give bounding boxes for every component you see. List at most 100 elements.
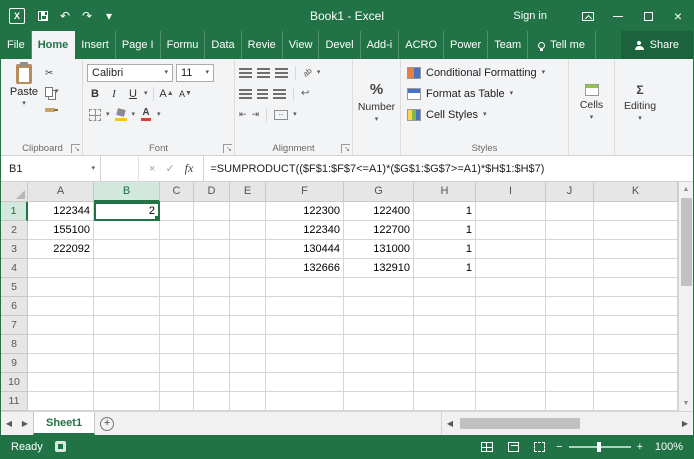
cell-G8[interactable] [344,335,414,354]
tab-data[interactable]: Data [205,31,242,59]
cell-K10[interactable] [594,373,678,392]
cell-A5[interactable] [28,278,94,297]
cell-J5[interactable] [546,278,594,297]
page-break-view-button[interactable] [530,440,548,454]
vertical-scrollbar[interactable]: ▲ ▼ [678,182,693,411]
cell-F7[interactable] [266,316,344,335]
cell-C1[interactable] [160,202,194,221]
cell-D7[interactable] [194,316,230,335]
cell-H10[interactable] [414,373,476,392]
cell-B4[interactable] [94,259,160,278]
cell-K3[interactable] [594,240,678,259]
cell-E8[interactable] [230,335,266,354]
hscroll-right-icon[interactable]: ▶ [677,419,693,428]
normal-view-button[interactable] [478,440,496,454]
column-header-C[interactable]: C [160,182,194,202]
hscroll-thumb[interactable] [460,418,580,429]
alignment-dialog-launcher[interactable]: ↘ [341,144,350,153]
cell-J9[interactable] [546,354,594,373]
cell-I10[interactable] [476,373,546,392]
cell-I5[interactable] [476,278,546,297]
column-header-H[interactable]: H [414,182,476,202]
cell-I4[interactable] [476,259,546,278]
tab-home[interactable]: Home [31,31,76,59]
borders-button[interactable] [87,107,103,123]
cell-H4[interactable]: 1 [414,259,476,278]
bold-button[interactable]: B [87,86,103,102]
fill-color-button[interactable] [113,107,129,123]
row-header-10[interactable]: 10 [1,373,28,392]
font-color-button[interactable]: A [138,107,154,123]
font-dialog-launcher[interactable]: ↘ [223,144,232,153]
tab-acro[interactable]: ACRO [399,31,445,59]
zoom-level[interactable]: 100% [651,441,683,453]
tab-add-i[interactable]: Add-i [361,31,400,59]
close-button[interactable]: × [663,1,693,31]
cell-K7[interactable] [594,316,678,335]
tab-view[interactable]: View [283,31,320,59]
tell-me-button[interactable]: Tell me [528,31,596,59]
cell-B8[interactable] [94,335,160,354]
cell-E6[interactable] [230,297,266,316]
cell-G4[interactable]: 132910 [344,259,414,278]
borders-dropdown-icon[interactable]: ▾ [106,111,110,118]
tab-insert[interactable]: Insert [75,31,116,59]
cell-I6[interactable] [476,297,546,316]
font-name-select[interactable]: Calibri ▾ [87,63,173,82]
decrease-font-size-button[interactable]: A ▼ [178,86,194,102]
cell-B10[interactable] [94,373,160,392]
cell-K6[interactable] [594,297,678,316]
align-left-icon[interactable] [239,88,252,99]
row-header-7[interactable]: 7 [1,316,28,335]
tab-devel[interactable]: Devel [319,31,361,59]
zoom-track[interactable] [568,441,631,452]
cell-C8[interactable] [160,335,194,354]
cell-J11[interactable] [546,392,594,411]
zoom-in-button[interactable]: + [637,441,643,453]
cell-D3[interactable] [194,240,230,259]
tab-file[interactable]: File [1,31,32,59]
cell-E5[interactable] [230,278,266,297]
cell-C10[interactable] [160,373,194,392]
underline-button[interactable]: U [125,86,141,102]
row-header-3[interactable]: 3 [1,240,28,259]
cell-A4[interactable] [28,259,94,278]
cell-G6[interactable] [344,297,414,316]
align-right-icon[interactable] [273,88,286,99]
cell-C9[interactable] [160,354,194,373]
cell-K5[interactable] [594,278,678,297]
number-group-button[interactable]: % Number ▾ [358,62,395,142]
column-header-J[interactable]: J [546,182,594,202]
fill-color-dropdown-icon[interactable]: ▾ [132,111,136,118]
tab-formu[interactable]: Formu [161,31,206,59]
cell-K11[interactable] [594,392,678,411]
cell-H5[interactable] [414,278,476,297]
increase-font-size-button[interactable]: A ▲ [159,86,175,102]
row-header-4[interactable]: 4 [1,259,28,278]
cell-F3[interactable]: 130444 [266,240,344,259]
cell-E1[interactable] [230,202,266,221]
row-header-6[interactable]: 6 [1,297,28,316]
cell-C2[interactable] [160,221,194,240]
increase-indent-button[interactable]: ⇥ [252,109,260,120]
cell-C11[interactable] [160,392,194,411]
undo-button[interactable]: ↶ [55,6,75,26]
cell-J8[interactable] [546,335,594,354]
copy-button[interactable]: ▾ [45,84,59,99]
cell-A11[interactable] [28,392,94,411]
cell-H2[interactable]: 1 [414,221,476,240]
select-all-button[interactable] [1,182,28,202]
cell-H3[interactable]: 1 [414,240,476,259]
column-header-F[interactable]: F [266,182,344,202]
cell-K8[interactable] [594,335,678,354]
wrap-text-button[interactable]: ↩ [301,88,309,99]
cell-H9[interactable] [414,354,476,373]
column-header-K[interactable]: K [594,182,678,202]
cell-C4[interactable] [160,259,194,278]
cell-A10[interactable] [28,373,94,392]
cell-D1[interactable] [194,202,230,221]
cell-B3[interactable] [94,240,160,259]
decrease-indent-button[interactable]: ⇤ [239,109,247,120]
cell-K9[interactable] [594,354,678,373]
align-center-icon[interactable] [257,88,268,99]
